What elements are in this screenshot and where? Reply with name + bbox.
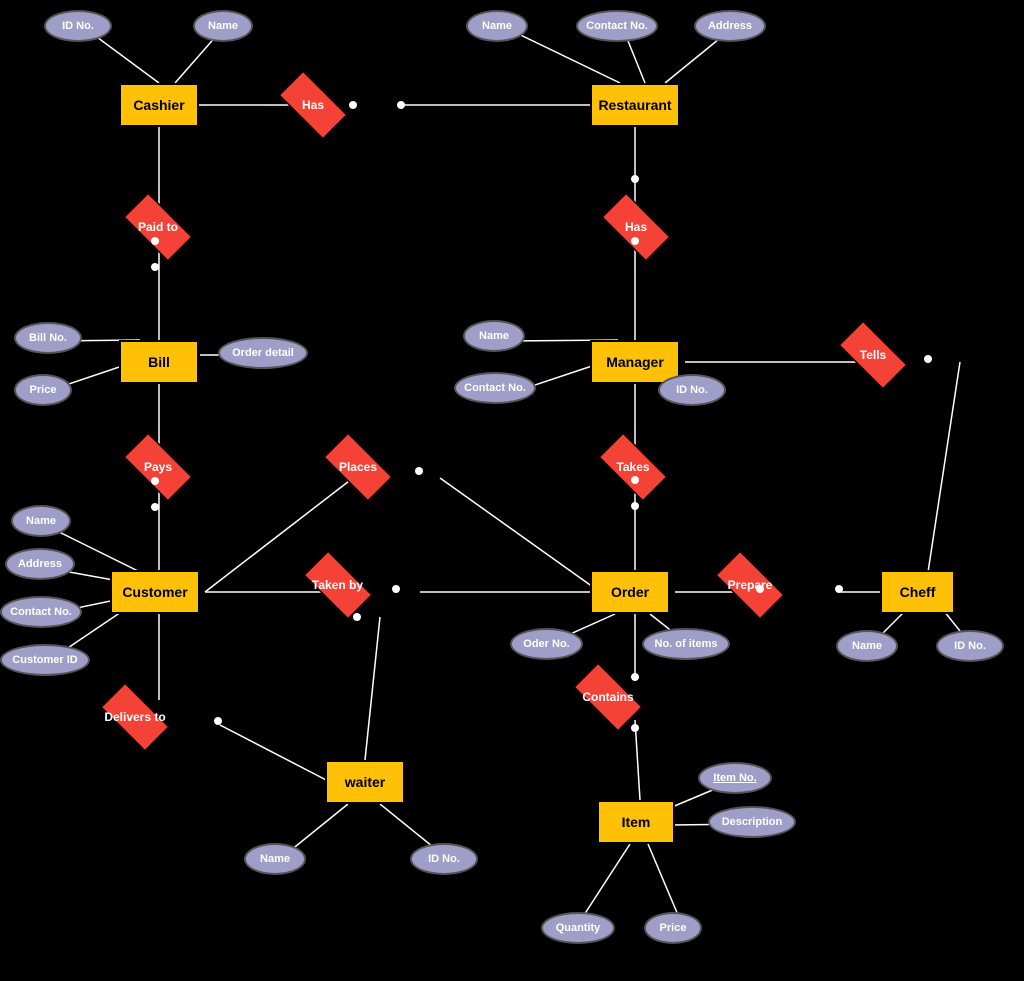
attribute-order-no: Oder No. — [510, 628, 583, 660]
attribute-manager-name: Name — [463, 320, 525, 352]
attribute-item-price: Price — [644, 912, 702, 944]
entity-order: Order — [590, 570, 670, 614]
dot-pays-top — [151, 477, 159, 485]
dot-prepare-left — [756, 585, 764, 593]
dot-pays-bottom — [151, 503, 159, 511]
dot-has2-top — [631, 175, 639, 183]
dot-takes-top — [631, 476, 639, 484]
relationship-prepare: Prepare — [700, 558, 800, 612]
attribute-manager-id: ID No. — [658, 374, 726, 406]
dot-prepare-right — [835, 585, 843, 593]
attribute-manager-contact: Contact No. — [454, 372, 536, 404]
attribute-waiter-id: ID No. — [410, 843, 478, 875]
attribute-order-items: No. of items — [642, 628, 730, 660]
attribute-cheff-id: ID No. — [936, 630, 1004, 662]
dot-contains-top — [631, 673, 639, 681]
dot-contains-bottom — [631, 724, 639, 732]
dot-deliversto-right — [214, 717, 222, 725]
relationship-pays: Pays — [108, 440, 208, 494]
dot-has1-right — [397, 101, 405, 109]
attribute-cashier-id: ID No. — [44, 10, 112, 42]
attribute-bill-price: Price — [14, 374, 72, 406]
relationship-deliversto: Delivers to — [80, 690, 190, 744]
entity-cashier: Cashier — [119, 83, 199, 127]
dot-tells-right — [924, 355, 932, 363]
entity-waiter: waiter — [325, 760, 405, 804]
attribute-item-desc: Description — [708, 806, 796, 838]
dot-has1-left — [349, 101, 357, 109]
entity-cheff: Cheff — [880, 570, 955, 614]
attribute-customer-id: Customer ID — [0, 644, 90, 676]
relationship-has1: Has — [265, 78, 361, 132]
attribute-cheff-name: Name — [836, 630, 898, 662]
relationship-takes: Takes — [583, 440, 683, 494]
attribute-restaurant-name: Name — [466, 10, 528, 42]
attribute-bill-no: Bill No. — [14, 322, 82, 354]
attribute-item-no: Item No. — [698, 762, 772, 794]
relationship-places: Places — [308, 440, 408, 494]
attribute-cashier-name: Name — [193, 10, 253, 42]
attribute-customer-contact: Contact No. — [0, 596, 82, 628]
dot-has2-bottom — [631, 237, 639, 245]
entity-item: Item — [597, 800, 675, 844]
dot-paidto-bottom — [151, 263, 159, 271]
attribute-waiter-name: Name — [244, 843, 306, 875]
entity-manager: Manager — [590, 340, 680, 384]
erd-diagram: Cashier Restaurant Bill Manager Customer… — [0, 0, 1024, 981]
entity-bill: Bill — [119, 340, 199, 384]
attribute-item-qty: Quantity — [541, 912, 615, 944]
attribute-restaurant-contact: Contact No. — [576, 10, 658, 42]
dot-paidto-top — [151, 237, 159, 245]
relationship-tells: Tells — [825, 328, 921, 382]
dot-takes-bottom — [631, 502, 639, 510]
attribute-restaurant-address: Address — [694, 10, 766, 42]
attribute-order-detail: Order detail — [218, 337, 308, 369]
dot-places-right — [415, 467, 423, 475]
attribute-customer-address: Address — [5, 548, 75, 580]
entity-customer: Customer — [110, 570, 200, 614]
dot-takenby-right — [392, 585, 400, 593]
relationship-has2: Has — [588, 200, 684, 254]
relationship-paidto: Paid to — [108, 200, 208, 254]
attribute-customer-name: Name — [11, 505, 71, 537]
relationship-contains: Contains — [558, 670, 658, 724]
relationship-takenby: Taken by — [285, 558, 390, 612]
dot-takenby-bottom — [353, 613, 361, 621]
entity-restaurant: Restaurant — [590, 83, 680, 127]
